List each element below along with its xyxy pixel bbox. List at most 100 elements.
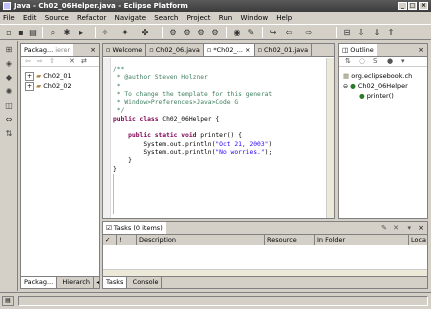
fast-view-icon[interactable]: ▤ [2, 296, 14, 306]
close-icon[interactable]: × [90, 44, 96, 57]
back-icon[interactable]: ⇦ [284, 28, 294, 37]
code-line: /** [113, 66, 323, 74]
column-priority[interactable]: ! [117, 235, 137, 245]
new-icon[interactable]: ▫ [4, 28, 14, 37]
team-perspective-icon[interactable]: ⇔ [4, 115, 14, 125]
class-icon: ● [350, 82, 356, 90]
menu-source[interactable]: Source [42, 12, 72, 24]
tab-welcome[interactable]: ▫ Welcome [103, 44, 147, 56]
search-icon[interactable]: ⌕ [48, 28, 58, 37]
package-explorer-tab[interactable]: Packag... ierer [21, 44, 74, 56]
hide-static-icon[interactable]: S [373, 57, 377, 65]
pin-icon[interactable]: ⇩ [356, 28, 366, 37]
tree-item[interactable]: + ▰ Ch02_01 [25, 72, 72, 81]
tab-label: *Ch02_... [213, 46, 243, 54]
editor-scrollbar[interactable] [326, 58, 334, 218]
close-tab-icon[interactable]: × [245, 46, 250, 54]
link-editor-icon[interactable]: ⇄ [81, 57, 87, 65]
outline-tab[interactable]: ◫ Outline [339, 44, 377, 56]
delete-task-icon[interactable]: ✕ [393, 222, 399, 235]
menu-refactor[interactable]: Refactor [74, 12, 109, 24]
new-wizard-icon[interactable]: ✧ [100, 28, 110, 37]
minimize-button[interactable]: _ [398, 2, 407, 10]
maximize-button[interactable]: □ [408, 2, 417, 10]
menu-help[interactable]: Help [273, 12, 295, 24]
outline-item[interactable]: ⊖ ● Ch02_06Helper [343, 82, 408, 91]
column-location[interactable]: Loca [409, 235, 427, 245]
menu-run[interactable]: Run [216, 12, 235, 24]
menu-navigate[interactable]: Navigate [112, 12, 149, 24]
column-description[interactable]: Description [137, 235, 265, 245]
add-task-icon[interactable]: ✎ [381, 222, 387, 235]
close-icon[interactable]: × [418, 222, 424, 235]
sort-icon[interactable]: ⇅ [345, 57, 351, 65]
collapse-all-icon[interactable]: ✕ [69, 57, 75, 65]
tree-item[interactable]: + ▰ Ch02_02 [25, 82, 72, 91]
code-text: Ch02_06Helper { [158, 115, 220, 123]
new-class-icon[interactable]: ✦ [120, 28, 130, 37]
collapse-icon[interactable]: ⊟ [342, 28, 352, 37]
tab-ch02-01[interactable]: ▫ Ch02_01.java [254, 44, 313, 56]
tasks-hscrollbar[interactable] [103, 269, 427, 276]
external-tools-icon[interactable]: ⚙ [210, 28, 220, 37]
tab-hierarchy[interactable]: Hierarch [59, 277, 94, 288]
settings-icon[interactable]: ⚙ [196, 28, 206, 37]
tab-package-explorer[interactable]: Packag... [21, 277, 58, 288]
open-type-icon[interactable]: ⚙ [168, 28, 178, 37]
new-package-icon[interactable]: ✤ [140, 28, 150, 37]
back-icon[interactable]: ⇦ [25, 57, 31, 65]
run-icon[interactable]: ▸ [76, 28, 86, 37]
menu-edit[interactable]: Edit [20, 12, 40, 24]
print-icon[interactable]: ▤ [28, 28, 38, 37]
hierarchy-icon[interactable]: ⚙ [182, 28, 192, 37]
sync-perspective-icon[interactable]: ⇅ [4, 129, 14, 139]
menu-project[interactable]: Project [184, 12, 214, 24]
open-perspective-icon[interactable]: ◉ [232, 28, 242, 37]
browsing-perspective-icon[interactable]: ◫ [4, 101, 14, 111]
java-perspective-icon[interactable]: ◆ [4, 73, 14, 83]
tasks-tab[interactable]: ☑ Tasks (0 items) [103, 222, 166, 234]
resource-perspective-icon[interactable]: ◈ [4, 59, 14, 69]
column-in-folder[interactable]: In Folder [315, 235, 409, 245]
outline-item[interactable]: ▦ org.eclipsebook.ch [343, 72, 412, 81]
toolbar-separator [226, 27, 227, 38]
debug-perspective-icon[interactable]: ✺ [4, 87, 14, 97]
tab-label: Welcome [112, 46, 143, 54]
expand-icon[interactable]: ⊖ [343, 83, 348, 90]
up-icon[interactable]: ⇧ [49, 57, 55, 65]
code-comment: * To change the template for this genera… [113, 90, 273, 98]
edit-icon[interactable]: ✎ [246, 28, 256, 37]
menu-window[interactable]: Window [237, 12, 271, 24]
tab-ch02-06helper[interactable]: ▫ *Ch02_... × [203, 44, 255, 56]
next-annotation-icon[interactable]: ↪ [268, 28, 278, 37]
tab-tasks[interactable]: Tasks [103, 277, 128, 288]
column-done[interactable]: ✓ [103, 235, 117, 245]
debug-icon[interactable]: ✱ [62, 28, 72, 37]
package-bottom-tabs: Packag... Hierarch ◂▸ [21, 276, 99, 288]
column-resource[interactable]: Resource [265, 235, 315, 245]
tab-console[interactable]: Console [130, 277, 163, 288]
menu-search[interactable]: Search [151, 12, 181, 24]
forward-icon[interactable]: ⇨ [304, 28, 314, 37]
save-icon[interactable]: ▪ [16, 28, 26, 37]
hide-fields-icon[interactable]: ◌ [359, 57, 365, 65]
menu-icon[interactable]: ▾ [401, 57, 405, 65]
tab-ch02-06[interactable]: ▫ Ch02_06.java [146, 44, 204, 56]
project-folder-icon: ▰ [36, 82, 42, 90]
close-icon[interactable]: × [418, 44, 424, 57]
filter-icon[interactable]: ▾ [407, 222, 411, 235]
expand-icon[interactable]: + [25, 82, 35, 91]
up-arrow-icon[interactable]: ⇑ [386, 28, 396, 37]
open-perspective-icon[interactable]: ⊞ [4, 45, 14, 55]
down-arrow-icon[interactable]: ⇓ [372, 28, 382, 37]
forward-icon[interactable]: ⇨ [37, 57, 43, 65]
menu-file[interactable]: File [0, 12, 18, 24]
close-window-button[interactable]: × [419, 2, 428, 10]
code-text: ); [264, 148, 273, 156]
hide-nonpublic-icon[interactable]: ● [387, 57, 393, 65]
expand-icon[interactable]: + [25, 72, 35, 81]
welcome-icon: ▫ [106, 46, 111, 54]
tab-scroll-icon[interactable]: ◂▸ [96, 279, 99, 286]
filter-field[interactable]: ierer [55, 46, 70, 54]
outline-item[interactable]: ● printer() [359, 92, 394, 101]
